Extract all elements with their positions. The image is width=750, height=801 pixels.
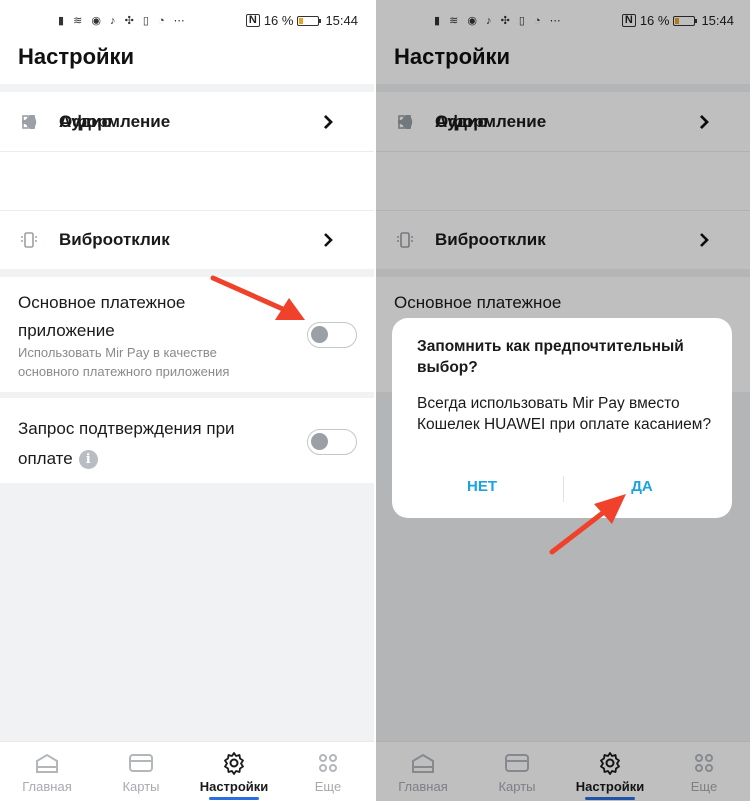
- clock: 15:44: [701, 13, 734, 28]
- payment-title: Основное платежное приложение: [18, 293, 186, 340]
- bottom-nav: Главная Карты Настройки Еще: [376, 741, 750, 801]
- nav-label-home: Главная: [398, 779, 448, 794]
- nav-more[interactable]: Еще: [657, 742, 750, 801]
- toggle-knob: [311, 433, 328, 450]
- divider: [376, 210, 750, 211]
- confirm-payment-setting: Запрос подтверждения при оплате i: [0, 398, 374, 483]
- status-right: N 16 % 15:44: [621, 13, 734, 28]
- confirm-title: Запрос подтверждения при оплате i: [18, 414, 248, 474]
- page-title: Настройки: [394, 44, 511, 69]
- status-right: N 16 % 15:44: [245, 13, 358, 28]
- chevron-right-icon: [324, 114, 333, 129]
- nav-settings[interactable]: Настройки: [563, 742, 657, 801]
- clock: 15:44: [325, 13, 358, 28]
- active-tab-indicator: [585, 797, 635, 800]
- payment-title: Основное платежное: [394, 293, 562, 312]
- default-payment-setting: Основное платежное приложение Использова…: [0, 277, 374, 392]
- vibration-icon: [397, 231, 413, 248]
- chevron-right-icon: [324, 232, 333, 247]
- nav-label-settings: Настройки: [199, 779, 269, 794]
- dialog-title: Запомнить как предпочтительный выбор?: [417, 338, 684, 376]
- button-divider: [563, 476, 564, 502]
- no-button[interactable]: НЕТ: [417, 478, 547, 495]
- battery-icon: [297, 15, 322, 26]
- nfc-icon: N: [245, 14, 260, 27]
- menu-label-vibration: Виброотклик: [435, 229, 546, 249]
- page-header: Настройки: [376, 40, 750, 84]
- chevron-right-icon: [700, 114, 709, 129]
- status-icons: ▮ ≋ ◉ ♪ ✣ ▯ ◔ ⋯: [434, 15, 564, 27]
- status-icons: ▮ ≋ ◉ ♪ ✣ ▯ ◔ ⋯: [58, 15, 188, 27]
- menu-item-vibration[interactable]: Виброотклик: [376, 210, 750, 269]
- gear-icon: [600, 752, 620, 775]
- nav-cards[interactable]: Карты: [470, 742, 564, 801]
- yes-button[interactable]: ДА: [577, 478, 707, 495]
- menu-label-theme: Оформление: [435, 111, 547, 131]
- battery-percent: 16 %: [639, 13, 670, 28]
- nav-settings[interactable]: Настройки: [187, 742, 281, 801]
- nav-home[interactable]: Главная: [0, 742, 94, 801]
- vibration-icon: [21, 231, 37, 248]
- theme-icon: [398, 114, 411, 129]
- nav-label-home: Главная: [22, 779, 72, 794]
- menu-label-theme: Оформление: [59, 111, 171, 131]
- home-icon: [412, 753, 434, 773]
- settings-menu: Аудио Виброотклик Оформление: [376, 92, 750, 269]
- left-screen: ▮ ≋ ◉ ♪ ✣ ▯ ◔ ⋯ N 16 % 15:44 Настройки А…: [0, 0, 374, 801]
- more-icon: [319, 754, 337, 772]
- bottom-nav: Главная Карты Настройки Еще: [0, 741, 374, 801]
- nav-label-more: Еще: [690, 779, 718, 794]
- settings-menu: Аудио Виброотклик Оформление: [0, 92, 374, 269]
- info-icon[interactable]: i: [78, 450, 98, 470]
- confirm-payment-toggle[interactable]: [307, 429, 357, 455]
- divider: [0, 151, 374, 152]
- divider: [0, 210, 374, 211]
- active-tab-indicator: [209, 797, 259, 800]
- home-icon: [36, 753, 58, 773]
- page-header: Настройки: [0, 40, 374, 84]
- divider: [376, 151, 750, 152]
- chevron-right-icon: [700, 232, 709, 247]
- battery-percent: 16 %: [263, 13, 294, 28]
- nav-label-cards: Карты: [122, 779, 160, 794]
- nav-label-more: Еще: [314, 779, 342, 794]
- menu-label-vibration: Виброотклик: [59, 229, 170, 249]
- theme-icon: [22, 114, 35, 129]
- more-icon: [695, 754, 713, 772]
- menu-item-vibration[interactable]: Виброотклик: [0, 210, 374, 269]
- nav-label-cards: Карты: [498, 779, 536, 794]
- menu-item-theme[interactable]: Оформление: [0, 92, 374, 151]
- confirm-title-text: Запрос подтверждения при оплате: [18, 419, 235, 468]
- card-icon: [129, 754, 153, 772]
- gear-icon: [224, 752, 244, 775]
- status-bar: ▮ ≋ ◉ ♪ ✣ ▯ ◔ ⋯ N 16 % 15:44: [376, 0, 750, 40]
- menu-item-theme[interactable]: Оформление: [376, 92, 750, 151]
- nfc-icon: N: [621, 14, 636, 27]
- battery-icon: [673, 15, 698, 26]
- nav-label-settings: Настройки: [575, 779, 645, 794]
- default-payment-toggle[interactable]: [307, 322, 357, 348]
- status-bar: ▮ ≋ ◉ ♪ ✣ ▯ ◔ ⋯ N 16 % 15:44: [0, 0, 374, 40]
- nav-home[interactable]: Главная: [376, 742, 470, 801]
- preferred-choice-dialog: Запомнить как предпочтительный выбор? Вс…: [392, 318, 732, 518]
- toggle-knob: [311, 326, 328, 343]
- nav-more[interactable]: Еще: [281, 742, 374, 801]
- nav-cards[interactable]: Карты: [94, 742, 188, 801]
- dialog-body: Всегда использовать Mir Pay вместо Кошел…: [417, 395, 712, 433]
- empty-area: [0, 483, 374, 741]
- page-title: Настройки: [18, 44, 135, 69]
- card-icon: [505, 754, 529, 772]
- right-screen: ▮ ≋ ◉ ♪ ✣ ▯ ◔ ⋯ N 16 % 15:44 Настройки А…: [376, 0, 750, 801]
- payment-subtitle: Использовать Mir Pay в качестве основног…: [18, 345, 230, 379]
